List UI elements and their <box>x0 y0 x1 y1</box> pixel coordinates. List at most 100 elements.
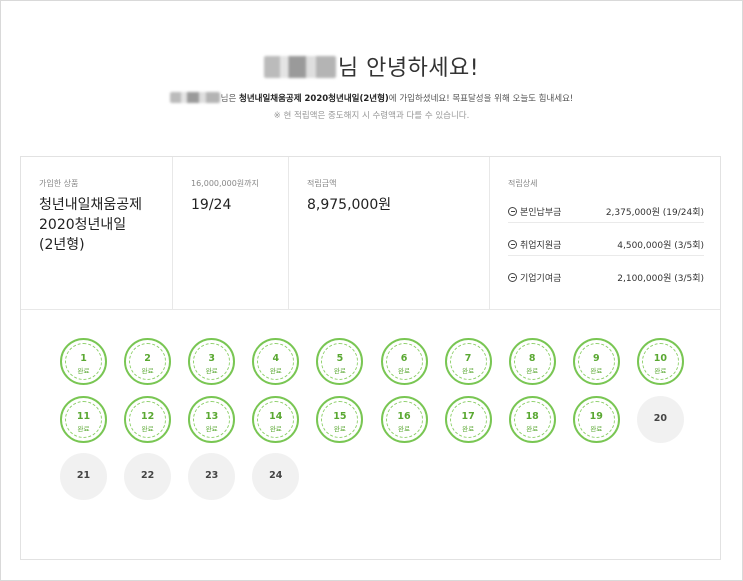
total-column: 적립금액 8,975,000원 <box>289 157 490 309</box>
payment-circle: 8 완료 <box>508 338 556 385</box>
payment-circle: 21 <box>60 453 107 500</box>
total-label: 적립금액 <box>307 179 337 188</box>
minus-circle-icon <box>508 207 517 216</box>
payment-number: 4 <box>272 353 280 364</box>
payment-circle: 7 완료 <box>444 338 492 385</box>
detail-row[interactable]: 본인납부금 2,375,000원 (19/24회) <box>508 197 704 223</box>
payment-circle: 17 완료 <box>444 395 492 443</box>
payment-status: 완료 <box>398 424 410 433</box>
payment-circle: 5 완료 <box>316 338 364 385</box>
payment-number: 16 <box>397 410 411 422</box>
payment-status: 완료 <box>462 424 475 433</box>
details-column: 적립상세 본인납부금 2,375,000원 (19/24회) 취업지원금 4,5… <box>490 157 720 309</box>
payment-circle: 10 완료 <box>636 338 684 385</box>
product-label: 가입한 상품 <box>39 179 79 188</box>
detail-name: 취업지원금 <box>520 241 562 251</box>
payment-circle: 18 완료 <box>508 395 556 443</box>
payment-status: 완료 <box>77 367 90 375</box>
savings-panel: 가입한 상품 청년내일채움공제 2020청년내일 (2년형) 16,000,00… <box>20 156 721 560</box>
payment-number: 2 <box>144 353 151 364</box>
payment-number: 19 <box>589 410 603 422</box>
payment-status: 완료 <box>590 424 603 433</box>
payment-number: 6 <box>400 353 408 364</box>
payment-number: 22 <box>140 470 155 481</box>
detail-name: 기업기여금 <box>520 274 562 284</box>
payment-status: 완료 <box>141 424 154 433</box>
detail-row[interactable]: 취업지원금 4,500,000원 (3/5회) <box>508 230 704 256</box>
minus-circle-icon <box>508 273 517 282</box>
detail-row[interactable]: 기업기여금 2,100,000원 (3/5회) <box>508 263 704 289</box>
subscription-message: 님은 청년내일채움공제 2020청년내일(2년형)에 가입하셨네요! 목표달성을… <box>0 92 743 104</box>
payment-circle: 12 완료 <box>124 395 172 443</box>
detail-value: 2,375,000원 (19/24회) <box>605 208 704 218</box>
payment-circle: 1 완료 <box>60 338 107 385</box>
payment-number: 18 <box>525 410 539 422</box>
payment-number: 23 <box>205 470 219 481</box>
payment-status: 완료 <box>205 424 218 433</box>
payment-circle: 14 완료 <box>252 395 300 443</box>
product-line: 청년내일채움공제 <box>39 197 143 213</box>
payment-number: 3 <box>208 353 215 364</box>
payment-circle: 3 완료 <box>188 338 236 385</box>
payment-number: 8 <box>528 353 536 364</box>
progress-value: 19/24 <box>191 197 232 213</box>
payment-circle: 2 완료 <box>124 338 172 385</box>
details-label: 적립상세 <box>508 179 538 188</box>
payment-status: 완료 <box>526 367 539 375</box>
product-line: 2020청년내일 <box>39 217 127 233</box>
payment-circle: 19 완료 <box>572 395 620 443</box>
payment-number: 11 <box>76 410 91 422</box>
payment-number: 17 <box>461 410 475 422</box>
payment-number: 14 <box>269 410 283 422</box>
payment-status: 완료 <box>141 367 154 375</box>
payment-status: 완료 <box>333 424 346 433</box>
payment-status: 완료 <box>462 367 475 375</box>
payment-number: 5 <box>336 353 344 364</box>
greeting-text: 님 안녕하세요! <box>337 56 480 81</box>
payment-status: 완료 <box>269 367 282 375</box>
payment-status: 완료 <box>654 367 667 375</box>
payment-number: 15 <box>333 410 347 422</box>
payment-status: 완료 <box>77 424 90 433</box>
product-column: 가입한 상품 청년내일채움공제 2020청년내일 (2년형) <box>21 157 173 309</box>
masked-user-name-small <box>169 92 220 103</box>
disclaimer-note: ※ 현 적립액은 중도해지 시 수령액과 다를 수 있습니다. <box>273 111 470 121</box>
payment-number: 9 <box>592 353 600 364</box>
product-value: 청년내일채움공제 2020청년내일 (2년형) <box>39 195 142 255</box>
payment-circle: 23 <box>188 453 236 500</box>
greeting-title: 님 안녕하세요! <box>0 50 743 82</box>
payment-circle: 20 <box>636 395 684 443</box>
sub-prefix: 님은 <box>220 94 239 104</box>
product-name: 청년내일채움공제 2020청년내일(2년형) <box>239 94 389 104</box>
minus-circle-icon <box>508 240 517 249</box>
payment-circle: 22 <box>124 453 172 500</box>
detail-name: 본인납부금 <box>520 208 562 218</box>
payment-number: 24 <box>269 470 283 481</box>
sub-rest: 에 가입하셨네요! 목표달성을 위해 오늘도 힘내세요! <box>388 94 574 104</box>
payment-number: 13 <box>205 410 219 422</box>
detail-value: 2,100,000원 (3/5회) <box>617 274 704 284</box>
product-line: (2년형) <box>39 237 85 253</box>
progress-column: 16,000,000원까지 19/24 <box>173 157 289 309</box>
payment-number: 12 <box>140 410 155 422</box>
payment-circle: 24 <box>252 453 300 500</box>
payment-status: 완료 <box>590 367 603 375</box>
progress-label: 16,000,000원까지 <box>191 179 259 188</box>
payment-status: 완료 <box>205 367 218 375</box>
payment-number: 20 <box>653 412 667 424</box>
payment-circle: 16 완료 <box>380 395 428 443</box>
payment-status: 완료 <box>333 367 346 375</box>
payment-number: 21 <box>76 470 91 481</box>
payment-circle: 9 완료 <box>572 338 620 385</box>
payment-circle: 11 완료 <box>60 395 107 443</box>
payment-number: 1 <box>80 353 87 364</box>
payment-status: 완료 <box>398 367 410 375</box>
payment-circle: 13 완료 <box>188 395 236 443</box>
masked-user-name <box>263 56 336 78</box>
payment-number: 10 <box>653 353 667 364</box>
payment-circles: 1 완료 2 완료 3 완료 4 완료 5 완료 6 완료 7 완료 8 완료 9 완료 10 완료 11 완료 12 완료 1… <box>21 310 720 559</box>
payment-status: 완료 <box>269 424 282 433</box>
detail-value: 4,500,000원 (3/5회) <box>617 241 704 251</box>
total-value: 8,975,000원 <box>307 197 392 213</box>
summary-row: 가입한 상품 청년내일채움공제 2020청년내일 (2년형) 16,000,00… <box>21 157 720 310</box>
